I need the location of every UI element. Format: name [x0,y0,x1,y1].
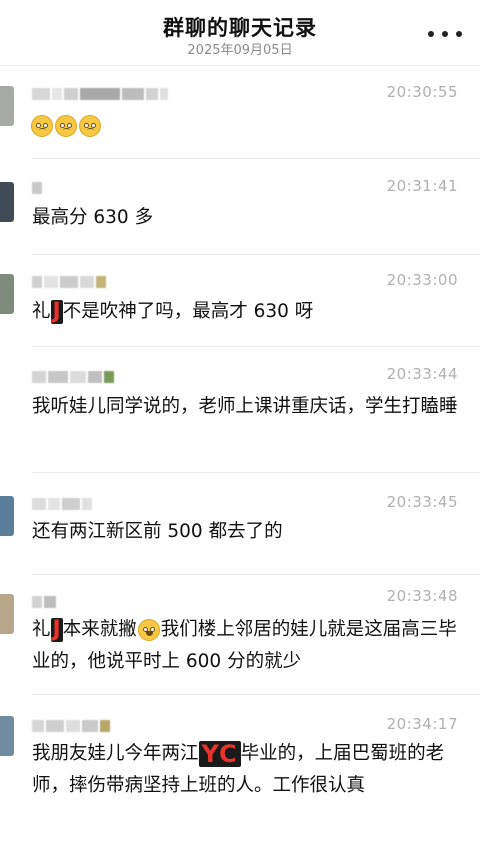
more-dots-icon [442,31,448,37]
message-text: 最高分 630 多 [32,207,154,228]
divider [32,254,480,255]
avatar[interactable] [0,86,14,126]
smiley-emoji-icon [55,115,77,137]
message-text [30,110,458,142]
sender-name-blurred [32,369,114,385]
sender-name-blurred [32,180,42,196]
page-title: 群聊的聊天记录 [163,16,317,40]
smiley-emoji-icon [31,115,53,137]
message-time: 20:33:45 [386,493,458,511]
chat-history-screen: 群聊的聊天记录 2025年09月05日 20:30:55 20:31:41 最高… [0,0,480,857]
divider [32,694,480,695]
message-item[interactable]: 20:33:48 礼J 本来就撇 我们楼上邻居的娃儿就是这届高三毕业的，他说平时上 … [0,576,480,696]
redacted-mark: J [50,617,63,642]
avatar[interactable] [0,182,14,222]
message-time: 20:33:44 [386,365,458,383]
message-time: 20:34:17 [386,715,458,733]
message-item[interactable]: 20:33:00 礼J 不是吹神了吗，最高才 630 呀 [0,256,480,348]
divider [32,574,480,575]
avatar[interactable] [0,716,14,756]
more-dots-icon [428,31,434,37]
message-text: 礼J 不是吹神了吗，最高才 630 呀 [32,296,460,328]
more-dots-icon [456,31,462,37]
divider [32,158,480,159]
header-date: 2025年09月05日 [187,43,293,58]
message-text: 我听娃儿同学说的，老师上课讲重庆话，学生打瞌睡 [32,396,458,417]
laughing-emoji-icon [137,619,160,641]
text-segment: 礼 [32,301,51,322]
sender-name-blurred [32,274,106,290]
message-item[interactable]: 20:30:55 [0,70,480,160]
text-segment: 我朋友娃儿今年两江 [32,743,199,764]
redacted-mark: J [50,299,63,324]
message-text: 礼J 本来就撇 我们楼上邻居的娃儿就是这届高三毕业的，他说平时上 600 分的就少 [32,614,460,678]
more-options-button[interactable] [428,22,462,46]
sender-name-blurred [32,718,110,734]
message-item[interactable]: 20:34:17 我朋友娃儿今年两江 YC 毕业的，上届巴蜀班的老师，摔伤带病坚持上… [0,696,480,857]
message-text: 我朋友娃儿今年两江 YC 毕业的，上届巴蜀班的老师，摔伤带病坚持上班的人。工作很认真 [32,738,460,802]
message-time: 20:30:55 [386,83,458,101]
divider [32,472,480,473]
avatar[interactable] [0,594,14,634]
message-text: 还有两江新区前 500 都去了的 [32,521,283,542]
sender-name-blurred [32,86,168,102]
message-item[interactable]: 20:33:44 我听娃儿同学说的，老师上课讲重庆话，学生打瞌睡 [0,348,480,474]
message-item[interactable]: 20:33:45 还有两江新区前 500 都去了的 [0,474,480,576]
avatar[interactable] [0,364,14,404]
redacted-mark: YC [198,741,241,767]
avatar[interactable] [0,496,14,536]
header: 群聊的聊天记录 2025年09月05日 [0,0,480,66]
message-item[interactable]: 20:31:41 最高分 630 多 [0,160,480,256]
smiley-emoji-icon [79,115,101,137]
avatar[interactable] [0,274,14,314]
text-segment: 礼 [32,619,51,640]
text-segment: 本来就撇 [62,619,137,640]
sender-name-blurred [32,594,56,610]
message-time: 20:31:41 [386,177,458,195]
sender-name-blurred [32,496,92,512]
divider [32,346,480,347]
text-segment: 不是吹神了吗，最高才 630 呀 [62,301,314,322]
message-time: 20:33:48 [386,587,458,605]
message-time: 20:33:00 [386,271,458,289]
